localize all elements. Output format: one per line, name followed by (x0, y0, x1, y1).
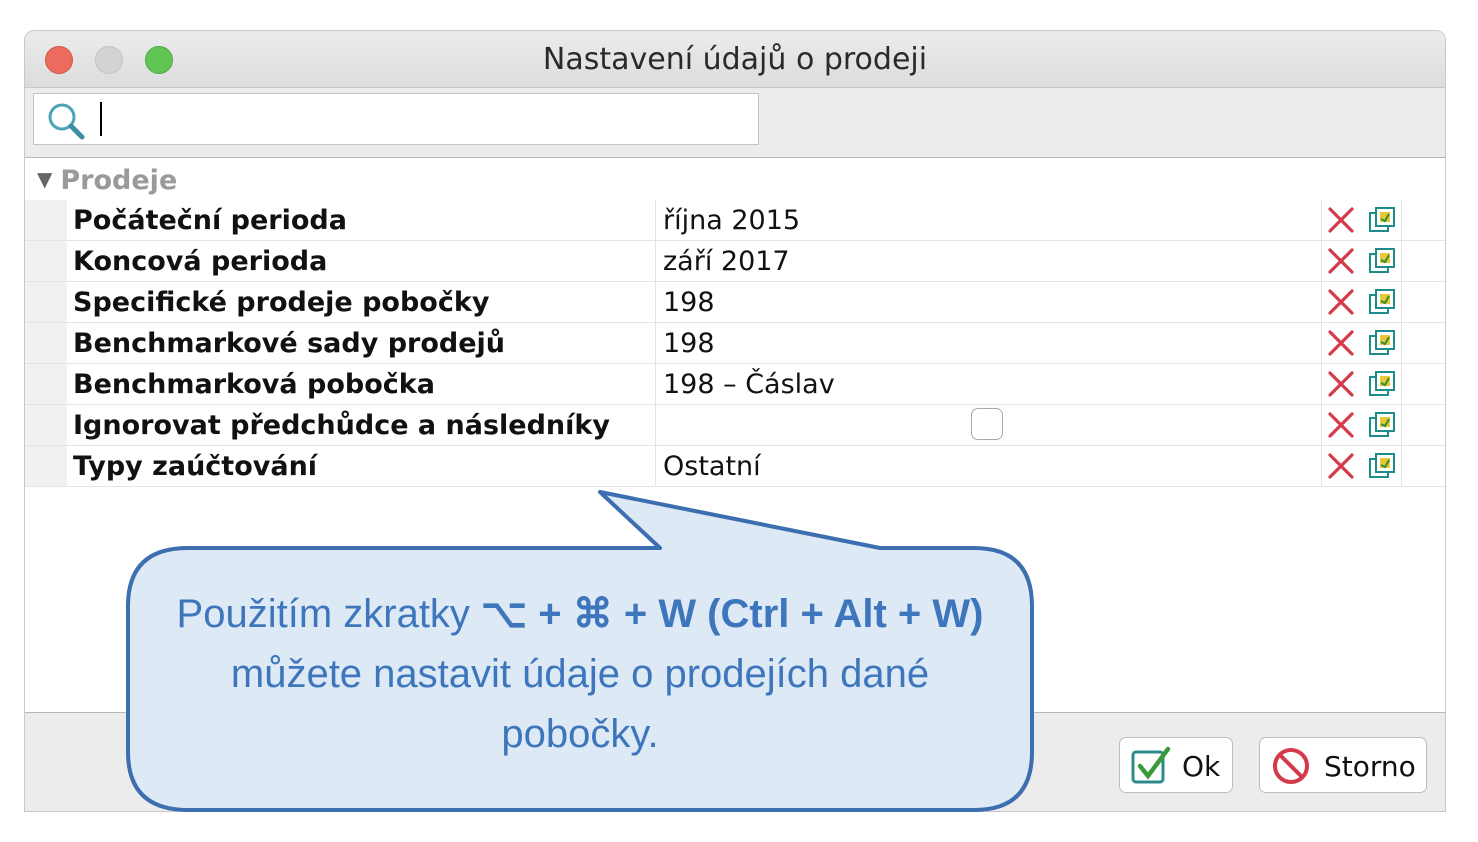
search-icon (48, 103, 85, 140)
prohibited-icon (1273, 748, 1309, 784)
search-input[interactable] (96, 100, 750, 140)
triangle-down-icon[interactable]: ▼ (37, 167, 52, 191)
shortcut-text: ⌥ + ⌘ + W (Ctrl + Alt + W) (481, 592, 984, 636)
property-label: Koncová perioda (73, 246, 328, 277)
row-gutter (25, 200, 67, 240)
row-gutter (25, 405, 67, 445)
window-title: Nastavení údajů o prodeji (542, 42, 928, 77)
row-gutter (25, 241, 67, 281)
row-gutter (25, 323, 67, 363)
property-label: Počáteční perioda (73, 205, 347, 236)
property-label: Benchmarkové sady prodejů (73, 328, 506, 359)
copy-icon[interactable] (1367, 369, 1397, 399)
copy-icon[interactable] (1367, 410, 1397, 440)
delete-icon[interactable] (1325, 328, 1357, 358)
ok-label: Ok (1182, 750, 1221, 783)
text-caret (100, 102, 102, 136)
property-rows: Počáteční perioda října 2015 Koncová per… (25, 200, 1445, 487)
property-value[interactable]: září 2017 (663, 241, 1313, 281)
table-row[interactable]: Typy zaúčtování Ostatní (25, 446, 1445, 487)
delete-icon[interactable] (1325, 451, 1357, 481)
property-label: Benchmarková pobočka (73, 369, 435, 400)
row-gutter (25, 282, 67, 322)
group-label: Prodeje (60, 165, 178, 196)
table-row[interactable]: Benchmarková pobočka 198 – Čáslav (25, 364, 1445, 405)
copy-icon[interactable] (1367, 246, 1397, 276)
checkmark-icon (1131, 746, 1171, 784)
cancel-label: Storno (1324, 750, 1416, 783)
row-gutter (25, 446, 67, 486)
copy-icon[interactable] (1367, 287, 1397, 317)
property-label: Specifické prodeje pobočky (73, 287, 490, 318)
callout-text: Použitím zkratky ⌥ + ⌘ + W (Ctrl + Alt +… (176, 592, 984, 756)
table-row[interactable]: Ignorovat předchůdce a následníky (25, 405, 1445, 446)
property-value[interactable]: Ostatní (663, 446, 1313, 486)
delete-icon[interactable] (1325, 369, 1357, 399)
copy-icon[interactable] (1367, 205, 1397, 235)
ok-button[interactable]: Ok (1119, 737, 1233, 793)
property-value[interactable]: 198 (663, 282, 1313, 322)
group-header-prodeje[interactable]: ▼ Prodeje (37, 164, 177, 198)
delete-icon[interactable] (1325, 246, 1357, 276)
delete-icon[interactable] (1325, 205, 1357, 235)
property-value[interactable]: 198 (663, 323, 1313, 363)
search-field[interactable] (33, 93, 759, 145)
table-row[interactable]: Počáteční perioda října 2015 (25, 200, 1445, 241)
cancel-button[interactable]: Storno (1259, 737, 1427, 793)
delete-icon[interactable] (1325, 410, 1357, 440)
property-value[interactable]: 198 – Čáslav (663, 364, 1313, 404)
property-label: Ignorovat předchůdce a následníky (73, 410, 610, 441)
row-gutter (25, 364, 67, 404)
title-bar: Nastavení údajů o prodeji (25, 31, 1445, 88)
ignore-predecessors-checkbox[interactable] (971, 408, 1003, 440)
table-row[interactable]: Specifické prodeje pobočky 198 (25, 282, 1445, 323)
copy-icon[interactable] (1367, 451, 1397, 481)
copy-icon[interactable] (1367, 328, 1397, 358)
table-row[interactable]: Koncová perioda září 2017 (25, 241, 1445, 282)
property-label: Typy zaúčtování (73, 451, 318, 482)
delete-icon[interactable] (1325, 287, 1357, 317)
table-row[interactable]: Benchmarkové sady prodejů 198 (25, 323, 1445, 364)
property-value[interactable]: října 2015 (663, 200, 1313, 240)
